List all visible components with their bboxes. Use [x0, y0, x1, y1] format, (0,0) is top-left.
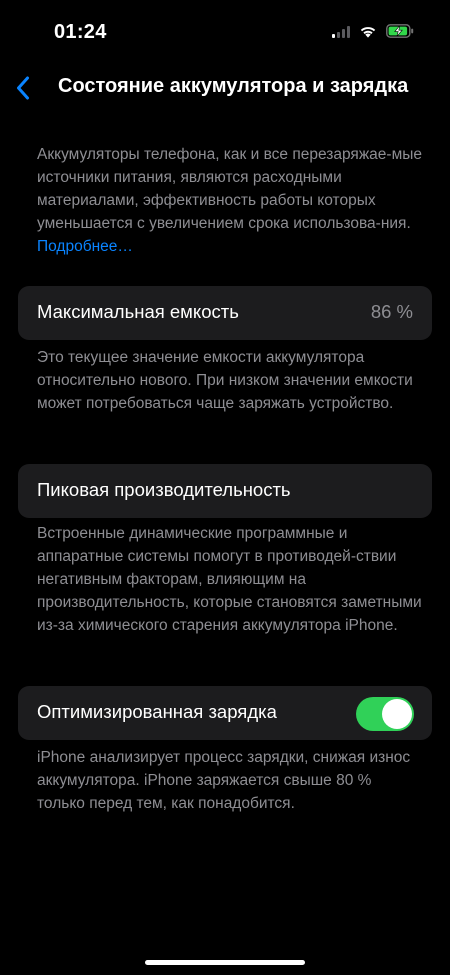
learn-more-link[interactable]: Подробнее…: [37, 238, 133, 255]
back-button[interactable]: [8, 72, 38, 104]
toggle-knob: [382, 699, 412, 729]
battery-charging-icon: [386, 24, 414, 38]
maximum-capacity-footnote: Это текущее значение емкости аккумулятор…: [37, 349, 413, 412]
page-title: Состояние аккумулятора и зарядка: [58, 75, 409, 97]
intro-description: Аккумуляторы телефона, как и все перезар…: [37, 143, 422, 258]
navigation-bar: Состояние аккумулятора и зарядка: [0, 66, 450, 110]
home-indicator[interactable]: [145, 960, 305, 965]
wifi-icon: [360, 26, 376, 38]
cellular-signal-icon: [332, 25, 350, 38]
status-bar: 01:24: [0, 0, 450, 60]
optimized-charging-label: Оптимизированная зарядка: [37, 701, 277, 722]
optimized-charging-footnote: iPhone анализирует процесс зарядки, сниж…: [37, 749, 411, 812]
intro-text: Аккумуляторы телефона, как и все перезар…: [37, 146, 423, 232]
optimized-charging-toggle[interactable]: [356, 697, 414, 731]
maximum-capacity-row: Максимальная емкость 86 %: [18, 286, 432, 340]
peak-performance-label: Пиковая производительность: [37, 479, 291, 500]
status-time: 01:24: [54, 21, 107, 43]
status-icons: [332, 24, 414, 38]
optimized-charging-row: Оптимизированная зарядка: [18, 686, 432, 740]
peak-performance-row: Пиковая производительность: [18, 464, 432, 518]
chevron-left-icon: [17, 76, 29, 100]
maximum-capacity-label: Максимальная емкость: [37, 301, 239, 322]
peak-performance-footnote: Встроенные динамические программные и ап…: [37, 525, 422, 634]
maximum-capacity-value: 86 %: [370, 301, 413, 322]
